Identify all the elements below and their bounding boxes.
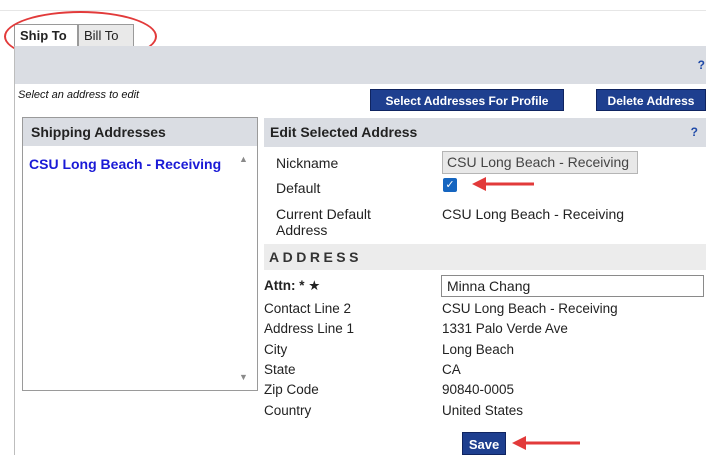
edit-address-title: Edit Selected Address <box>270 124 418 140</box>
help-icon[interactable]: ? <box>698 58 705 72</box>
scroll-down-icon[interactable]: ▼ <box>239 372 248 382</box>
state-label: State <box>264 362 296 377</box>
country-value: United States <box>442 403 524 418</box>
select-addresses-for-profile-button[interactable]: Select Addresses For Profile <box>370 89 564 111</box>
attn-label: Attn: * ★ <box>264 278 321 293</box>
city-label: City <box>264 342 288 357</box>
default-label: Default <box>276 180 321 196</box>
zip-code-value: 90840-0005 <box>442 382 515 397</box>
country-label: Country <box>264 403 312 418</box>
attn-field[interactable]: Minna Chang <box>441 275 704 297</box>
save-button[interactable]: Save <box>462 432 506 455</box>
state-value: CA <box>442 362 461 377</box>
nickname-field[interactable]: CSU Long Beach - Receiving <box>442 151 638 174</box>
current-default-label: Current Default Address <box>276 206 371 238</box>
contact-line-2-value: CSU Long Beach - Receiving <box>442 301 618 316</box>
help-icon[interactable]: ? <box>691 118 698 147</box>
zip-code-label: Zip Code <box>264 382 319 397</box>
address-line-1-label: Address Line 1 <box>264 321 355 336</box>
address-line-1-value: 1331 Palo Verde Ave <box>442 321 568 336</box>
city-value: Long Beach <box>442 342 515 357</box>
current-default-value: CSU Long Beach - Receiving <box>442 206 625 222</box>
content-left-border <box>14 46 15 455</box>
address-section-heading: ADDRESS <box>264 244 706 270</box>
shipping-addresses-panel: Shipping Addresses CSU Long Beach - Rece… <box>22 117 258 391</box>
annotation-arrow-default <box>472 177 534 191</box>
nickname-label: Nickname <box>276 155 339 171</box>
edit-address-heading: Edit Selected Address ? <box>264 118 706 147</box>
annotation-arrow-save <box>512 436 580 450</box>
select-address-prompt: Select an address to edit <box>18 89 140 101</box>
contact-line-2-label: Contact Line 2 <box>264 301 352 316</box>
delete-address-button[interactable]: Delete Address <box>596 89 706 111</box>
scroll-up-icon[interactable]: ▲ <box>239 154 248 164</box>
default-checkbox[interactable]: ✓ <box>443 178 457 192</box>
tab-toolbar-band: ? <box>14 46 706 84</box>
shipping-address-item[interactable]: CSU Long Beach - Receiving <box>29 156 221 172</box>
top-divider <box>0 10 706 11</box>
shipping-addresses-heading: Shipping Addresses <box>23 118 257 146</box>
